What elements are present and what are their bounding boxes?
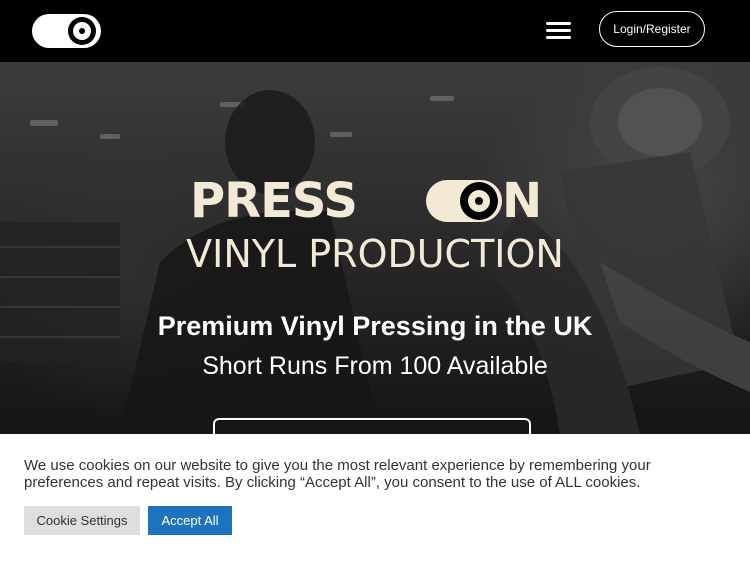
menu-line: [546, 36, 571, 39]
menu-line: [546, 29, 571, 32]
record-hole: [79, 28, 85, 34]
hero-headline: Premium Vinyl Pressing in the UK: [157, 311, 593, 341]
login-register-button[interactable]: Login/Register: [599, 11, 705, 47]
press-on-logo: PRESS N: [190, 173, 560, 229]
brand-subtitle: VINYL PRODUCTION: [186, 232, 564, 276]
brand-word-n: N: [502, 173, 542, 229]
cookie-settings-button[interactable]: Cookie Settings: [24, 506, 140, 535]
cookie-consent-banner: We use cookies on our website to give yo…: [0, 434, 750, 563]
hero-subline: Short Runs From 100 Available: [202, 352, 548, 380]
cookie-message: We use cookies on our website to give yo…: [24, 457, 651, 491]
accept-all-button[interactable]: Accept All: [148, 506, 232, 535]
logo-icon[interactable]: [32, 14, 101, 48]
top-navigation-bar: Login/Register: [0, 0, 750, 62]
menu-line: [546, 22, 571, 25]
hamburger-menu-icon[interactable]: [545, 20, 573, 42]
brand-word-press: PRESS: [190, 173, 358, 229]
